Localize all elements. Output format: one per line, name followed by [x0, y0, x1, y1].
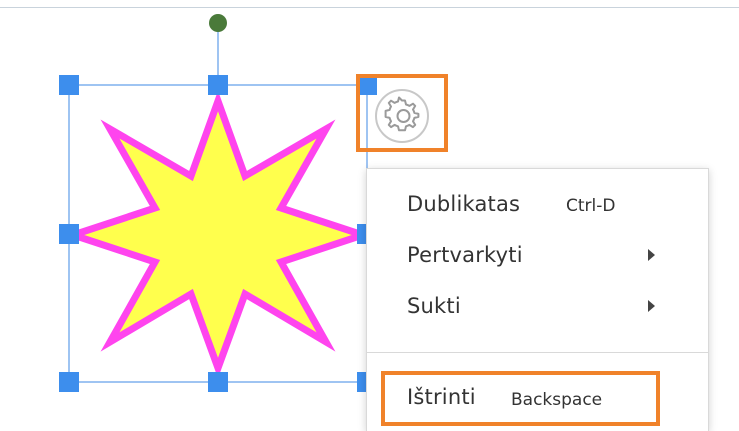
submenu-arrow-icon	[648, 249, 655, 261]
menu-item-label: Dublikatas	[407, 192, 521, 216]
menu-item-label: Sukti	[407, 294, 461, 318]
menu-item-arrange[interactable]: Pertvarkyti	[367, 236, 708, 276]
gear-icon	[375, 89, 429, 143]
resize-handle-top[interactable]	[208, 75, 228, 95]
menu-item-rotate[interactable]: Sukti	[367, 287, 708, 327]
star-shape[interactable]	[61, 90, 375, 379]
menu-item-duplicate[interactable]: Dublikatas Ctrl-D	[367, 185, 708, 225]
menu-divider	[367, 352, 708, 353]
resize-handle-left[interactable]	[59, 224, 79, 244]
delete-highlight-box	[381, 371, 660, 426]
drawing-canvas[interactable]: Dublikatas Ctrl-D Pertvarkyti Sukti Ištr…	[0, 0, 739, 431]
rotate-handle[interactable]	[209, 14, 227, 32]
shape-settings-button[interactable]	[373, 88, 431, 144]
resize-handle-bottom[interactable]	[208, 372, 228, 392]
menu-item-label: Pertvarkyti	[407, 243, 523, 267]
submenu-arrow-icon	[648, 300, 655, 312]
menu-item-shortcut: Ctrl-D	[566, 196, 616, 216]
resize-handle-top-left[interactable]	[59, 75, 79, 95]
context-menu: Dublikatas Ctrl-D Pertvarkyti Sukti Ištr…	[366, 168, 709, 431]
resize-handle-bottom-left[interactable]	[59, 372, 79, 392]
